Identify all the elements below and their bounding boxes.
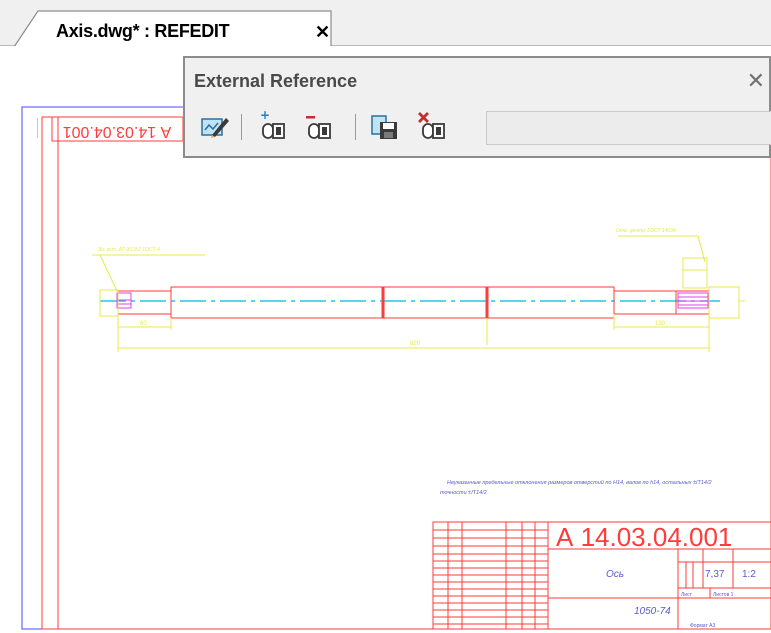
save-reference-edits-icon[interactable]	[369, 110, 401, 142]
mirrored-code: А 14.03.04.001	[63, 123, 172, 140]
shaft-outline	[117, 286, 710, 319]
svg-text:+: +	[260, 110, 270, 122]
dim-right: 130	[655, 321, 666, 327]
toolbar-buttons: +	[193, 108, 771, 145]
external-reference-toolbar[interactable]: External Reference ✕ +	[183, 56, 771, 158]
toolbar-empty-field	[486, 111, 771, 145]
dimension-lines	[92, 235, 745, 352]
toolbar-separator	[241, 114, 242, 140]
scale: 1:2	[742, 569, 756, 580]
sheet-label: Лист	[681, 592, 693, 598]
toolbar-close-icon[interactable]: ✕	[747, 68, 765, 94]
discard-reference-changes-icon[interactable]	[415, 110, 447, 142]
add-to-workset-icon[interactable]: +	[255, 108, 287, 142]
material: 1050-74	[634, 606, 671, 617]
sheets-label: Листов 1	[713, 592, 734, 598]
format-label: Формат А3	[690, 623, 715, 629]
dim-left: 60	[140, 321, 147, 327]
edit-reference-icon[interactable]	[199, 110, 231, 142]
general-note-line2: точности ±IT14/2	[440, 490, 487, 496]
part-name: Ось	[606, 569, 624, 580]
remove-from-workset-icon[interactable]	[301, 110, 333, 142]
mass: 7,37	[705, 569, 725, 580]
leader-left-text: Зн. уст. АТ-9/1357 ГОСТ 4	[98, 247, 160, 253]
title-block-code: А 14.03.04.001	[556, 522, 732, 552]
sheet-inner-frame	[57, 116, 771, 630]
leader-right-text: Отв. центр. ГОСТ 14034	[616, 228, 676, 234]
toolbar-title: External Reference	[194, 71, 358, 91]
sheet-frame	[41, 116, 771, 630]
general-note: Неуказанные предельные отклонения размер…	[447, 479, 712, 486]
dim-overall: 820	[410, 341, 421, 347]
toolbar-separator	[355, 114, 356, 140]
